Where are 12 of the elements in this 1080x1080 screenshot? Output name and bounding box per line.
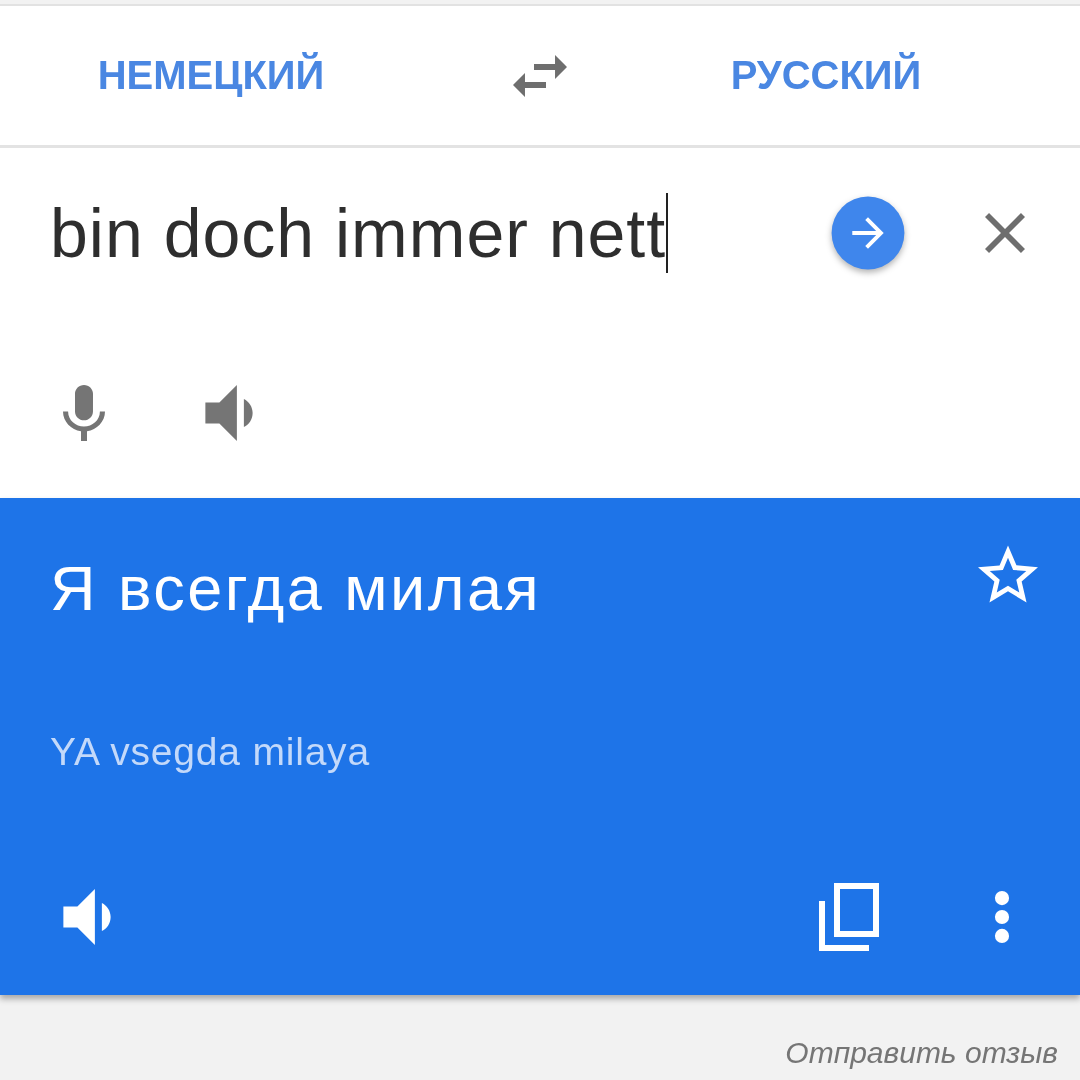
translation-text: Я всегда милая xyxy=(50,552,543,624)
microphone-icon[interactable] xyxy=(63,385,105,441)
source-text-field[interactable]: bin doch immer nett xyxy=(50,188,810,278)
source-language-button[interactable]: НЕМЕЦКИЙ xyxy=(83,41,339,110)
swap-arrows-icon[interactable] xyxy=(513,54,567,97)
send-feedback-link[interactable]: Отправить отзыв xyxy=(785,1036,1058,1070)
arrow-circle-icon[interactable] xyxy=(830,195,906,271)
target-language-button[interactable]: РУССКИЙ xyxy=(716,41,936,110)
star-icon[interactable] xyxy=(978,545,1038,603)
transliteration-text: YA vsegda milaya xyxy=(50,729,370,775)
copy-icon[interactable] xyxy=(819,883,879,951)
close-icon[interactable] xyxy=(985,213,1025,253)
